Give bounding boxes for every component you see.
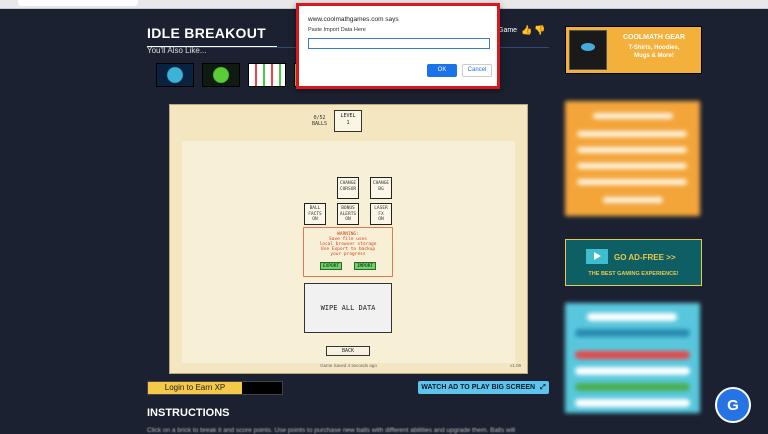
related-games [156,63,306,87]
import-button[interactable]: IMPORT [354,262,376,270]
change-cursor-button[interactable]: CHANGE CURSOR [337,177,359,199]
watch-ad-label: WATCH AD TO PLAY BIG SCREEN [421,384,536,391]
related-game-thumb[interactable] [202,63,240,87]
ball-facts-toggle[interactable]: BALL FACTS ON [304,203,326,225]
related-game-thumb[interactable] [248,63,286,87]
version-label: v1.09 [509,363,521,368]
watch-ad-button[interactable]: WATCH AD TO PLAY BIG SCREEN ⤢ [418,381,549,394]
balls-counter: 0/52 BALLS [312,115,328,127]
also-like-heading: You'll Also Like... [147,46,207,55]
login-label: Login to Earn XP [164,383,226,392]
fullscreen-icon: ⤢ [540,383,546,391]
game-canvas[interactable]: 0/52 BALLS LEVEL 1 CHANGE CURSOR CHANGE … [169,104,528,374]
gear-title: COOLMATH GEAR [622,34,686,41]
level-indicator: LEVEL 1 [334,110,362,132]
thumbs-up-icon[interactable]: 👍 [521,26,532,35]
import-data-input[interactable] [308,38,490,49]
watermark-logo: G [715,387,751,423]
cancel-button[interactable]: Cancel [462,64,492,77]
dialog-origin: www.coolmathgames.com says [308,16,399,23]
adfree-title: GO AD-FREE >> [614,253,676,262]
instructions-text: Click on a brick to break it and score p… [147,427,516,434]
thumbs-down-icon[interactable]: 👎 [534,26,545,35]
settings-panel: CHANGE CURSOR CHANGE BG BALL FACTS ON BO… [182,141,515,363]
instructions-heading: INSTRUCTIONS [147,407,230,419]
laser-fx-toggle[interactable]: LASER FX ON [370,203,392,225]
login-xp-bar[interactable]: Login to Earn XP [147,381,283,395]
blurred-ad-orange [565,101,700,216]
coolmath-gear-ad[interactable]: COOLMATH GEAR T-Shirts, Hoodies, Mugs & … [565,26,702,74]
save-status: Game Saved 4 seconds ago [320,363,377,368]
ok-button[interactable]: OK [427,64,457,77]
adfree-subtitle: THE BEST GAMING EXPERIENCE! [588,271,679,277]
tshirt-icon [569,30,607,70]
import-prompt-dialog: www.coolmathgames.com says Paste Import … [296,3,500,89]
dialog-message: Paste Import Data Here [308,27,366,33]
rating-area: Game 👍 👎 [498,26,545,35]
play-icon [586,249,608,264]
game-label: Game [498,27,518,34]
back-button[interactable]: BACK [326,346,370,356]
gear-subtitle: T-Shirts, Hoodies, Mugs & More! [628,45,680,59]
warning-text: WARNING: Save file uses local browser st… [319,232,377,257]
game-title: IDLE BREAKOUT [147,25,267,41]
watermark-logo-text: G [727,396,739,414]
wipe-all-data-button[interactable]: WIPE ALL DATA [304,283,392,333]
save-warning: WARNING: Save file uses local browser st… [303,227,393,277]
change-bg-button[interactable]: CHANGE BG [370,177,392,199]
go-ad-free-banner[interactable]: GO AD-FREE >> THE BEST GAMING EXPERIENCE… [565,239,702,286]
address-bar[interactable] [18,0,138,6]
bonus-alerts-toggle[interactable]: BONUS ALERTS ON [337,203,359,225]
related-game-thumb[interactable] [156,63,194,87]
export-button[interactable]: EXPORT [320,262,342,270]
blurred-ad-cyan [565,303,700,413]
